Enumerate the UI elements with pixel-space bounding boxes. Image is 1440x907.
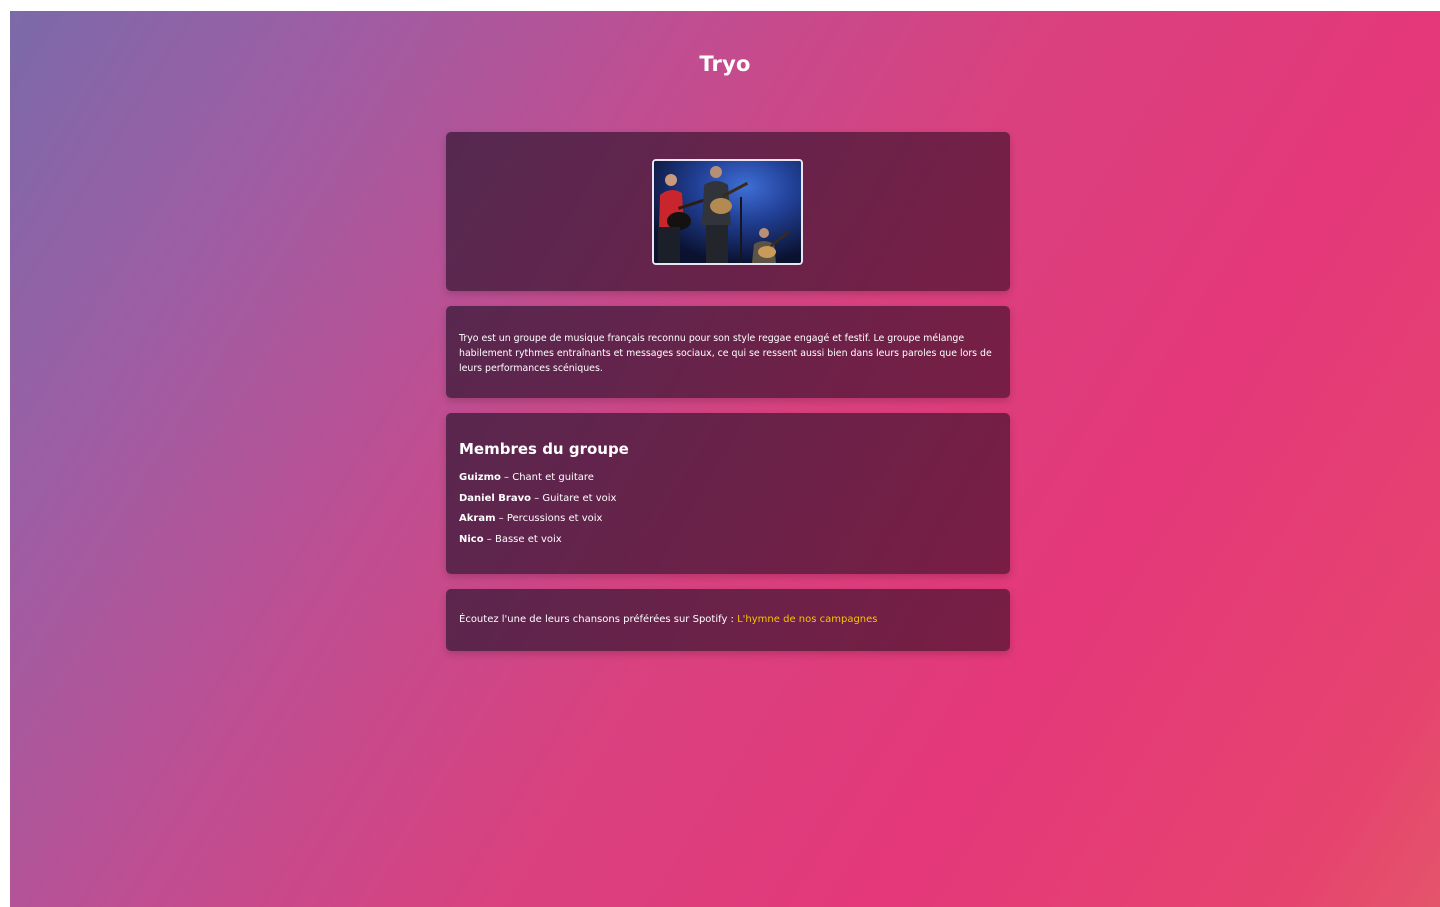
spotify-song-link[interactable]: L'hymne de nos campagnes xyxy=(737,614,877,625)
member-item: Guizmo – Chant et guitare xyxy=(459,472,996,484)
page-background: Tryo Tryo est un groupe de musique franç… xyxy=(10,11,1440,907)
member-name: Daniel Bravo xyxy=(459,492,531,504)
member-role: Guitare et voix xyxy=(542,492,617,504)
member-role: Chant et guitare xyxy=(512,472,594,483)
band-photo xyxy=(652,159,803,265)
photo-card xyxy=(446,132,1010,291)
members-title: Membres du groupe xyxy=(459,440,629,458)
member-role: Percussions et voix xyxy=(506,513,603,524)
member-name: Akram xyxy=(459,513,496,524)
member-separator: – xyxy=(500,472,513,483)
member-separator: – xyxy=(483,533,495,545)
member-role: Basse et voix xyxy=(494,533,562,545)
member-item: Nico – Basse et voix xyxy=(459,534,996,546)
member-item: Akram – Percussions et voix xyxy=(459,513,996,525)
spotify-text: Écoutez l'une de leurs chansons préférée… xyxy=(459,614,738,625)
spotify-card: Écoutez l'une de leurs chansons préférée… xyxy=(446,589,1010,651)
page-title: Tryo xyxy=(699,52,751,76)
members-card: Membres du groupe Guizmo – Chant et guit… xyxy=(446,413,1010,574)
member-name: Guizmo xyxy=(459,472,501,483)
member-separator: – xyxy=(530,492,543,504)
member-separator: – xyxy=(495,513,507,524)
member-item: Daniel Bravo – Guitare et voix xyxy=(459,493,996,505)
description-card: Tryo est un groupe de musique français r… xyxy=(446,306,1010,398)
description-text: Tryo est un groupe de musique français r… xyxy=(459,333,992,374)
member-name: Nico xyxy=(459,533,484,545)
